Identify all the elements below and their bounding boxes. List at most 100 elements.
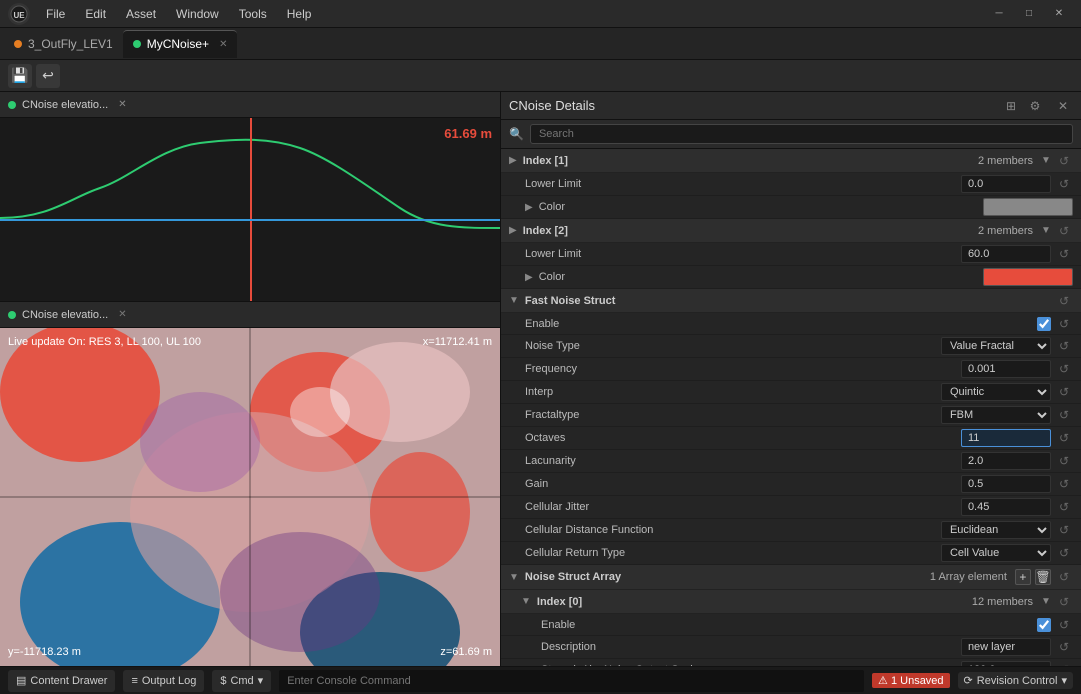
console-input[interactable] — [279, 670, 864, 692]
tab-noise-label: MyCNoise+ — [147, 37, 209, 51]
lower-limit-2-value — [961, 245, 1051, 263]
chart-title: CNoise elevatio... — [22, 99, 108, 111]
fn-enable-value — [1037, 317, 1051, 331]
section-index2-expand: ▼ — [1041, 225, 1051, 236]
fn-enable-reset[interactable]: ↺ — [1055, 317, 1073, 331]
fn-enable-checkbox[interactable] — [1037, 317, 1051, 331]
array-index0-reset[interactable]: ↺ — [1055, 595, 1073, 609]
color-1-swatch[interactable] — [983, 198, 1073, 216]
arr-enable-reset[interactable]: ↺ — [1055, 618, 1073, 632]
section-index2-reset[interactable]: ↺ — [1055, 224, 1073, 238]
octaves-input[interactable] — [961, 429, 1051, 447]
section-index2-value: 2 members — [978, 225, 1033, 237]
frequency-value — [961, 360, 1051, 378]
maximize-button[interactable]: □ — [1015, 4, 1043, 24]
search-input[interactable] — [530, 124, 1073, 144]
lacunarity-reset[interactable]: ↺ — [1055, 454, 1073, 468]
fractaltype-value: FBM — [941, 406, 1051, 424]
menu-help[interactable]: Help — [279, 5, 320, 23]
menu-tools[interactable]: Tools — [231, 5, 275, 23]
array-remove-btn[interactable]: 🗑 — [1035, 569, 1051, 585]
tab-level[interactable]: 3_OutFly_LEV1 — [4, 30, 123, 58]
color-2-swatch[interactable] — [983, 268, 1073, 286]
tab-noise-close[interactable]: ✕ — [219, 39, 227, 50]
cmd-icon: $ — [220, 675, 226, 687]
cellular-jitter-reset[interactable]: ↺ — [1055, 500, 1073, 514]
arr-enable-checkbox[interactable] — [1037, 618, 1051, 632]
menu-edit[interactable]: Edit — [77, 5, 114, 23]
section-index2[interactable]: ▶ Index [2] 2 members ▼ ↺ — [501, 219, 1081, 243]
chart-close-btn[interactable]: ✕ — [118, 99, 126, 110]
gear-icon-btn[interactable]: ⚙ — [1025, 96, 1045, 116]
content-drawer-btn[interactable]: ▤ Content Drawer — [8, 670, 115, 692]
interp-reset[interactable]: ↺ — [1055, 385, 1073, 399]
noise-type-reset[interactable]: ↺ — [1055, 339, 1073, 353]
toolbar: 💾 ↩ — [0, 60, 1081, 92]
lower-limit-1-reset[interactable]: ↺ — [1055, 177, 1073, 191]
arr-enable-label: Enable — [541, 619, 1037, 631]
unsaved-badge[interactable]: ⚠ 1 Unsaved — [872, 673, 950, 688]
fractaltype-select[interactable]: FBM — [941, 406, 1051, 424]
map-close-btn[interactable]: ✕ — [118, 309, 126, 320]
arr-desc-reset[interactable]: ↺ — [1055, 640, 1073, 654]
noise-array-reset[interactable]: ↺ — [1055, 570, 1073, 584]
section-index1-reset[interactable]: ↺ — [1055, 154, 1073, 168]
lower-limit-1-input[interactable] — [961, 175, 1051, 193]
section-fast-noise[interactable]: ▼ Fast Noise Struct ↺ — [501, 289, 1081, 313]
section-index2-arrow: ▶ — [509, 225, 517, 236]
prop-lower-limit-1: Lower Limit ↺ — [501, 173, 1081, 196]
section-array-index0[interactable]: ▼ Index [0] 12 members ▼ ↺ — [501, 590, 1081, 614]
prop-color-2: ▶ Color — [501, 266, 1081, 289]
gain-input[interactable] — [961, 475, 1051, 493]
octaves-reset[interactable]: ↺ — [1055, 431, 1073, 445]
cellular-dist-select[interactable]: Euclidean — [941, 521, 1051, 539]
color-1-label: Color — [539, 201, 983, 213]
lower-limit-2-reset[interactable]: ↺ — [1055, 247, 1073, 261]
menu-asset[interactable]: Asset — [118, 5, 164, 23]
array-add-btn[interactable]: + — [1015, 569, 1031, 585]
arr-strength-reset[interactable]: ↺ — [1055, 663, 1073, 666]
interp-value: Quintic — [941, 383, 1051, 401]
cellular-return-reset[interactable]: ↺ — [1055, 546, 1073, 560]
lower-limit-2-input[interactable] — [961, 245, 1051, 263]
toolbar-history-btn[interactable]: ↩ — [36, 64, 60, 88]
noise-type-label: Noise Type — [525, 340, 941, 352]
map-area[interactable]: Live update On: RES 3, LL 100, UL 100 x=… — [0, 328, 500, 666]
cellular-dist-reset[interactable]: ↺ — [1055, 523, 1073, 537]
octaves-label: Octaves — [525, 432, 961, 444]
cellular-jitter-value — [961, 498, 1051, 516]
details-close-btn[interactable]: ✕ — [1053, 96, 1073, 116]
lacunarity-label: Lacunarity — [525, 455, 961, 467]
toolbar-save-btn[interactable]: 💾 — [8, 64, 32, 88]
fractaltype-reset[interactable]: ↺ — [1055, 408, 1073, 422]
menu-window[interactable]: Window — [168, 5, 227, 23]
arr-strength-input[interactable] — [961, 661, 1051, 666]
lacunarity-input[interactable] — [961, 452, 1051, 470]
output-log-btn[interactable]: ≡ Output Log — [123, 670, 204, 692]
map-coords-tl: x=11712.41 m — [423, 336, 492, 348]
cellular-jitter-input[interactable] — [961, 498, 1051, 516]
arr-desc-input[interactable] — [961, 638, 1051, 656]
grid-icon-btn[interactable]: ⊞ — [1001, 96, 1021, 116]
close-button[interactable]: ✕ — [1045, 4, 1073, 24]
svg-text:UE: UE — [13, 11, 25, 20]
section-noise-array[interactable]: ▼ Noise Struct Array 1 Array element + 🗑… — [501, 565, 1081, 590]
noise-type-select[interactable]: Value Fractal — [941, 337, 1051, 355]
details-scroll[interactable]: ▶ Index [1] 2 members ▼ ↺ Lower Limit ↺ … — [501, 149, 1081, 666]
octaves-value — [961, 429, 1051, 447]
revision-control-btn[interactable]: ⟳ Revision Control ▾ — [958, 672, 1073, 689]
cmd-btn[interactable]: $ Cmd ▾ — [212, 670, 271, 692]
menu-file[interactable]: File — [38, 5, 73, 23]
section-fast-noise-reset[interactable]: ↺ — [1055, 294, 1073, 308]
frequency-input[interactable] — [961, 360, 1051, 378]
gain-label: Gain — [525, 478, 961, 490]
tab-noise[interactable]: MyCNoise+ ✕ — [123, 30, 238, 58]
frequency-reset[interactable]: ↺ — [1055, 362, 1073, 376]
minimize-button[interactable]: ─ — [985, 4, 1013, 24]
color-2-label: Color — [539, 271, 983, 283]
interp-select[interactable]: Quintic — [941, 383, 1051, 401]
section-index1[interactable]: ▶ Index [1] 2 members ▼ ↺ — [501, 149, 1081, 173]
cellular-return-select[interactable]: Cell Value — [941, 544, 1051, 562]
map-coords-bl: y=-11718.23 m — [8, 646, 81, 658]
gain-reset[interactable]: ↺ — [1055, 477, 1073, 491]
